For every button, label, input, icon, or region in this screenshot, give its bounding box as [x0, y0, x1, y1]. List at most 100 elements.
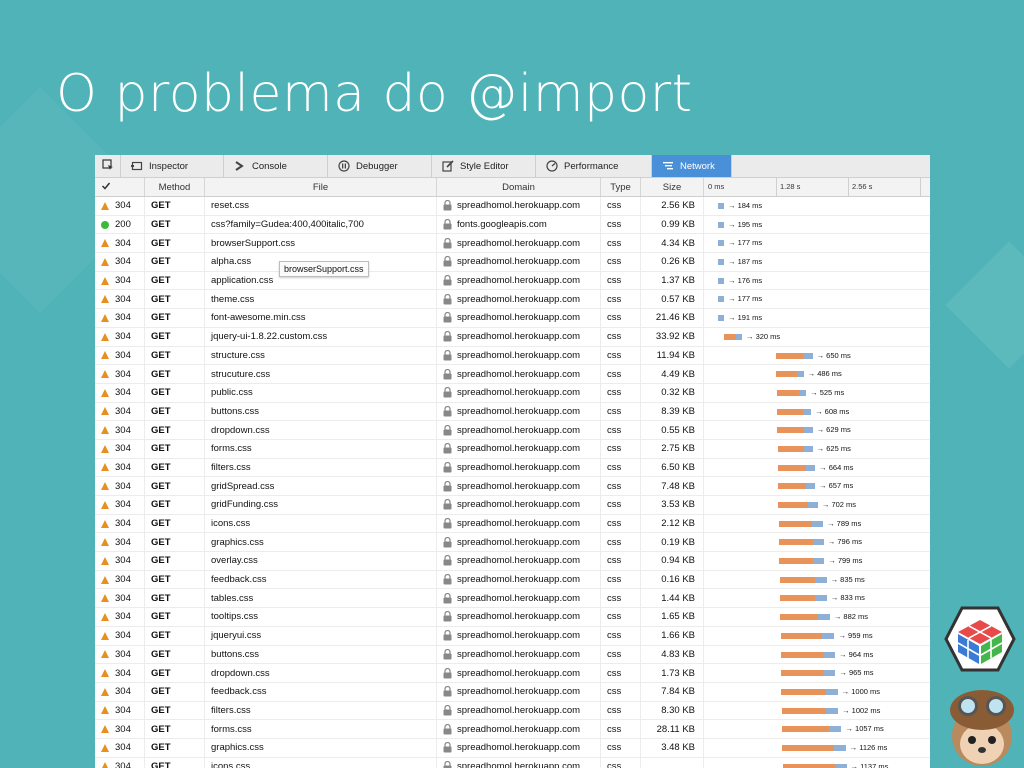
timing-receive-segment: [718, 240, 724, 247]
request-row[interactable]: 304 GET forms.css spreadhomol.herokuapp.com…: [95, 720, 930, 739]
timing-bar[interactable]: [776, 352, 813, 359]
request-row[interactable]: 304 GET gridSpread.css spreadhomol.herokuap…: [95, 477, 930, 496]
timing-bar[interactable]: [779, 595, 827, 602]
lock-icon: [443, 405, 452, 417]
timing-bar[interactable]: [780, 651, 836, 658]
tab-console[interactable]: Console: [224, 155, 328, 177]
timing-bar[interactable]: [778, 520, 824, 527]
request-row[interactable]: 304 GET feedback.css spreadhomol.herokuapp.…: [95, 570, 930, 590]
request-row[interactable]: 304 GET application.css spreadhomol.herokua…: [95, 271, 930, 291]
tab-label: Inspector: [149, 160, 189, 172]
timing-bar[interactable]: [781, 670, 836, 677]
size-cell-text: 8.30 KB: [661, 704, 695, 716]
size-cell-text: 2.56 KB: [661, 200, 695, 212]
request-row[interactable]: 304 GET dropdown.css spreadhomol.herokuapp.…: [95, 664, 930, 683]
method-cell: GET: [145, 682, 205, 701]
timing-bar[interactable]: [779, 558, 825, 565]
timing-bar[interactable]: [718, 277, 724, 284]
tab-performance[interactable]: Performance: [536, 155, 652, 177]
status-code: 304: [115, 405, 131, 417]
waterfall-cell: → 833 ms: [704, 589, 930, 607]
timing-bar[interactable]: [782, 763, 847, 768]
request-row[interactable]: 304 GET icons.css spreadhomol.herokuapp.com…: [95, 757, 930, 768]
timing-bar[interactable]: [718, 203, 724, 209]
timing-label: → 184 ms: [728, 201, 763, 210]
timing-bar[interactable]: [781, 707, 839, 714]
timing-bar[interactable]: [779, 539, 824, 546]
waterfall-column-header[interactable]: 0 ms 1.28 s 2.56 s: [704, 178, 930, 196]
request-row[interactable]: 304 GET dropdown.css spreadhomol.herokuapp.…: [95, 421, 930, 440]
status-code: 304: [115, 293, 131, 305]
timing-bar[interactable]: [776, 371, 804, 378]
timing-bar[interactable]: [782, 744, 846, 751]
element-picker-button[interactable]: [95, 155, 121, 177]
timing-bar[interactable]: [776, 389, 807, 396]
request-row[interactable]: 304 GET browserSupport.css spreadhomol.hero…: [95, 234, 930, 254]
lock-icon: [443, 611, 452, 622]
request-row[interactable]: 304 GET jquery-ui-1.8.22.custom.css spreadh…: [95, 327, 930, 347]
tab-network[interactable]: Network: [652, 155, 732, 177]
request-row[interactable]: 304 GET filters.css spreadhomol.herokuapp.c…: [95, 701, 930, 721]
request-row[interactable]: 304 GET buttons.css spreadhomol.herokuapp.c…: [95, 402, 930, 422]
timing-bar[interactable]: [778, 502, 818, 508]
method-cell: GET: [145, 589, 205, 608]
timing-bar[interactable]: [718, 259, 724, 266]
tab-debugger[interactable]: Debugger: [328, 155, 432, 177]
domain-text: fonts.googleapis.com: [457, 219, 547, 231]
request-row[interactable]: 304 GET tables.css spreadhomol.herokuapp.co…: [95, 589, 930, 609]
timing-bar[interactable]: [718, 221, 724, 228]
request-row[interactable]: 304 GET reset.css spreadhomol.herokuapp.com…: [95, 197, 930, 216]
timing-bar[interactable]: [777, 445, 813, 452]
request-row[interactable]: 304 GET alpha.css spreadhomol.herokuapp.com…: [95, 253, 930, 272]
status-cell: 304: [95, 421, 145, 439]
timing-bar[interactable]: [780, 614, 830, 621]
tab-inspector[interactable]: Inspector: [121, 155, 224, 177]
request-row[interactable]: 304 GET theme.css spreadhomol.herokuapp.com…: [95, 290, 930, 310]
request-row[interactable]: 304 GET buttons.css spreadhomol.herokuapp.c…: [95, 645, 930, 665]
request-row[interactable]: 304 GET forms.css spreadhomol.herokuapp.com…: [95, 439, 930, 459]
timing-bar[interactable]: [781, 688, 838, 695]
request-row[interactable]: 304 GET strucuture.css spreadhomol.herokuap…: [95, 365, 930, 384]
timing-bar[interactable]: [778, 483, 816, 490]
type-cell-text: css: [607, 368, 622, 380]
timing-bar[interactable]: [780, 632, 835, 639]
status-cell: 304: [95, 757, 145, 768]
domain-column-header[interactable]: Domain: [437, 178, 601, 196]
type-column-header[interactable]: Type: [601, 178, 641, 196]
timing-bar[interactable]: [776, 408, 812, 415]
request-row[interactable]: 304 GET filters.css spreadhomol.herokuapp.c…: [95, 458, 930, 478]
timing-receive-segment: [815, 595, 827, 602]
request-row[interactable]: 304 GET graphics.css spreadhomol.herokuapp.…: [95, 533, 930, 553]
size-cell-text: 7.84 KB: [661, 686, 695, 698]
timing-bar[interactable]: [724, 333, 742, 340]
request-row[interactable]: 304 GET jqueryui.css spreadhomol.herokuapp.…: [95, 626, 930, 646]
request-row[interactable]: 304 GET feedback.css spreadhomol.herokuapp.…: [95, 682, 930, 702]
request-row[interactable]: 304 GET icons.css spreadhomol.herokuapp.com…: [95, 514, 930, 534]
tab-style-editor[interactable]: Style Editor: [432, 155, 536, 177]
request-row[interactable]: 304 GET structure.css spreadhomol.herokuapp…: [95, 346, 930, 366]
timing-bar[interactable]: [779, 576, 827, 583]
size-column-header[interactable]: Size: [641, 178, 704, 196]
size-cell-text: 4.83 KB: [661, 648, 695, 660]
request-row[interactable]: 304 GET public.css spreadhomol.herokuapp.co…: [95, 383, 930, 403]
timing-bar[interactable]: [718, 240, 724, 247]
request-row[interactable]: 304 GET overlay.css spreadhomol.herokuapp.c…: [95, 552, 930, 571]
status-column-header[interactable]: [95, 178, 145, 196]
type-cell-text: css: [607, 648, 622, 660]
request-row[interactable]: 200 GET css?family=Gudea:400,400italic,700…: [95, 215, 930, 235]
timing-bar[interactable]: [718, 296, 724, 303]
request-row[interactable]: 304 GET graphics.css spreadhomol.herokuapp.…: [95, 738, 930, 758]
domain-text: spreadhomol.herokuapp.com: [457, 667, 581, 679]
timing-bar[interactable]: [777, 427, 813, 434]
type-cell-text: css: [607, 518, 622, 530]
request-row[interactable]: 304 GET gridFunding.css spreadhomol.herokua…: [95, 496, 930, 515]
status-cell: 304: [95, 477, 145, 495]
timing-bar[interactable]: [782, 726, 842, 733]
request-row[interactable]: 304 GET font-awesome.min.css spreadhomol.he…: [95, 309, 930, 328]
timing-bar[interactable]: [777, 464, 816, 471]
method-column-header[interactable]: Method: [145, 178, 205, 196]
timing-bar[interactable]: [718, 315, 724, 322]
method-cell-text: GET: [151, 611, 171, 623]
request-row[interactable]: 304 GET tooltips.css spreadhomol.herokuapp.…: [95, 608, 930, 627]
file-column-header[interactable]: File: [205, 178, 437, 196]
